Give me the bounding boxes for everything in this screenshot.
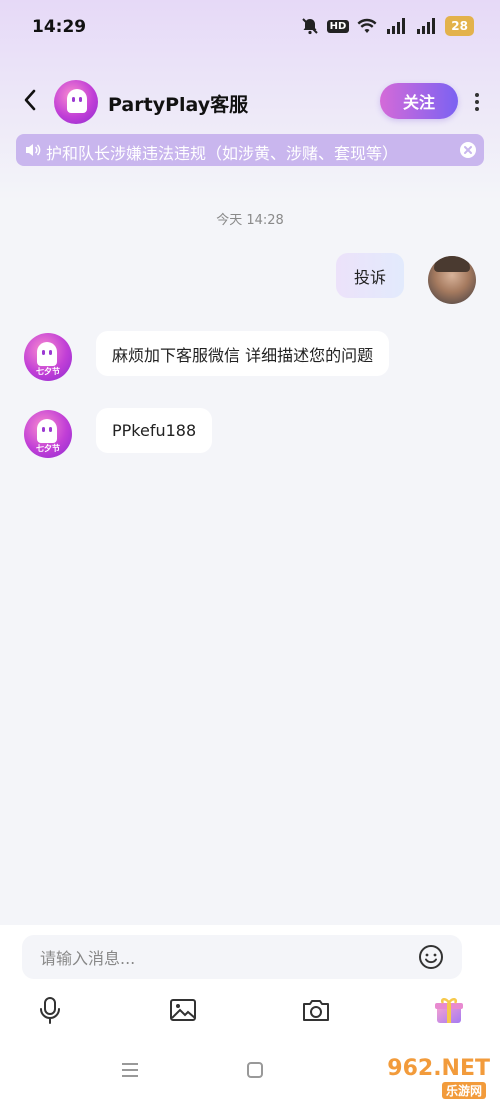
speaker-icon [24, 141, 42, 163]
chat-header: PartyPlay客服 关注 [0, 78, 500, 126]
watermark-subtext: 乐游网 [441, 1082, 486, 1099]
composer-toolbar [0, 995, 500, 1025]
ghost-icon [37, 342, 57, 366]
status-bar: 14:29 HD 28 [0, 0, 500, 56]
menu-icon[interactable] [120, 1060, 140, 1080]
back-button[interactable] [16, 88, 44, 116]
image-icon[interactable] [168, 995, 198, 1025]
hd-badge: HD [326, 19, 350, 33]
microphone-icon[interactable] [35, 995, 65, 1025]
camera-icon[interactable] [301, 995, 331, 1025]
message-input-box [22, 935, 462, 981]
message-bubble-incoming[interactable]: 麻烦加下客服微信 详细描述您的问题 [96, 331, 390, 376]
avatar-tag: 七夕节 [36, 444, 60, 453]
watermark-logo: 962.NET 乐游网 [360, 1052, 496, 1099]
message-bubble-outgoing[interactable]: 投诉 [336, 253, 404, 298]
ghost-icon [37, 419, 57, 443]
follow-button[interactable]: 关注 [380, 83, 458, 119]
page-title: PartyPlay客服 [108, 94, 249, 116]
notice-text: 护和队长涉嫌违法违规（如涉黄、涉赌、套现等） [46, 144, 399, 163]
mute-bell-icon [301, 17, 319, 35]
chevron-left-icon [23, 89, 37, 115]
status-icons: HD 28 [301, 16, 474, 36]
notice-banner: 护和队长涉嫌违法违规（如涉黄、涉赌、套现等） [16, 134, 484, 166]
avatar-tag: 七夕节 [36, 367, 60, 376]
ghost-icon [67, 89, 87, 113]
signal-icon-1 [385, 18, 407, 34]
wifi-icon [357, 18, 377, 34]
service-avatar-1[interactable]: 七夕节 [24, 333, 72, 381]
more-options-icon[interactable] [470, 88, 484, 116]
close-icon[interactable] [460, 142, 476, 158]
status-time: 14:29 [32, 17, 87, 37]
chat-timestamp: 今天 14:28 [216, 213, 284, 228]
watermark-text: 962.NET [387, 1056, 490, 1081]
signal-icon-2 [415, 18, 437, 34]
service-avatar-2[interactable]: 七夕节 [24, 410, 72, 458]
emoji-icon[interactable] [418, 944, 444, 970]
service-avatar[interactable] [54, 80, 98, 124]
message-bubble-incoming[interactable]: PPkefu188 [96, 408, 213, 453]
home-icon[interactable] [245, 1060, 265, 1080]
message-input[interactable] [38, 935, 402, 981]
battery-indicator: 28 [445, 16, 474, 36]
user-avatar[interactable] [428, 256, 476, 304]
gift-icon[interactable] [434, 995, 464, 1025]
